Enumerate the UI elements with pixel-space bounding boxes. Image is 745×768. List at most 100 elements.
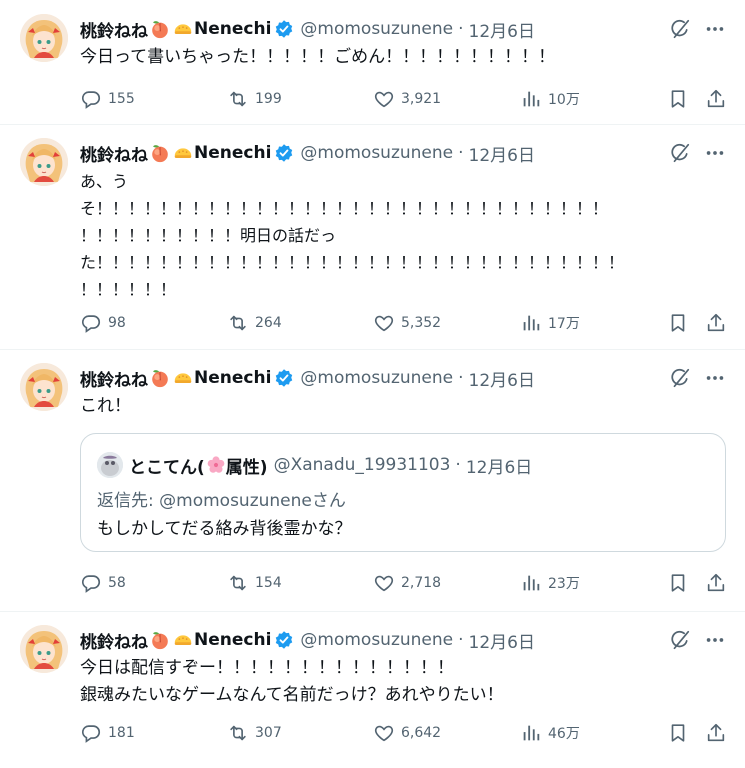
grok-icon[interactable] bbox=[669, 18, 691, 40]
views-icon bbox=[520, 722, 542, 744]
share-icon bbox=[705, 722, 727, 744]
reply-to-line: 返信先: @momosuzuneneさん bbox=[97, 486, 346, 511]
quoted-avatar bbox=[97, 452, 123, 478]
bookmark-button[interactable] bbox=[667, 87, 689, 111]
like-button[interactable]: 3,921 bbox=[373, 87, 441, 111]
verified-badge-icon[interactable] bbox=[274, 19, 294, 39]
reply-to-handle[interactable]: @momosuzunene bbox=[159, 491, 312, 511]
quoted-tweet-card[interactable]: とこてん( 属性) @Xanadu_19931103 · 12月6日 返信先: … bbox=[80, 433, 726, 552]
author-name[interactable]: 桃鈴ねね bbox=[80, 17, 148, 42]
tweet[interactable]: 桃鈴ねね Nenechi @momosuzunene · 12月6日 今日って書… bbox=[0, 0, 745, 125]
author-handle[interactable]: @momosuzunene bbox=[300, 19, 453, 39]
verified-badge-icon[interactable] bbox=[274, 368, 294, 388]
retweet-count: 154 bbox=[255, 575, 282, 591]
like-button[interactable]: 2,718 bbox=[373, 571, 441, 595]
reply-icon bbox=[80, 88, 102, 110]
retweet-button[interactable]: 154 bbox=[227, 571, 282, 595]
share-button[interactable] bbox=[705, 87, 727, 111]
reply-icon bbox=[80, 572, 102, 594]
reply-to-label: 返信先: bbox=[97, 491, 160, 511]
tweet-text: あ、う そ！！！！！！！！！！！！！！！！！！！！！！！！！！！！！！！！ ！！… bbox=[80, 172, 625, 299]
reply-button[interactable]: 98 bbox=[80, 311, 126, 335]
sunny-bun-icon bbox=[172, 629, 194, 651]
cherry-blossom-icon bbox=[206, 455, 226, 475]
like-icon bbox=[373, 722, 395, 744]
reply-button[interactable]: 58 bbox=[80, 571, 126, 595]
retweet-button[interactable]: 199 bbox=[227, 87, 282, 111]
views-button[interactable]: 23万 bbox=[520, 571, 580, 595]
bookmark-button[interactable] bbox=[667, 311, 689, 335]
like-icon bbox=[373, 572, 395, 594]
author-name[interactable]: 桃鈴ねね bbox=[80, 141, 148, 166]
tweet-date[interactable]: 12月6日 bbox=[469, 628, 535, 653]
share-button[interactable] bbox=[705, 311, 727, 335]
tweet[interactable]: 桃鈴ねね Nenechi @momosuzunene · 12月6日 今日は配信… bbox=[0, 611, 745, 768]
tweet-date[interactable]: 12月6日 bbox=[469, 17, 535, 42]
author-handle[interactable]: @momosuzunene bbox=[300, 143, 453, 163]
tweet-date[interactable]: 12月6日 bbox=[469, 366, 535, 391]
views-button[interactable]: 10万 bbox=[520, 87, 580, 111]
tweet-header: 桃鈴ねね Nenechi @momosuzunene · 12月6日 bbox=[80, 627, 535, 653]
author-name-suffix[interactable]: Nenechi bbox=[194, 368, 271, 388]
retweet-button[interactable]: 264 bbox=[227, 311, 282, 335]
bookmark-button[interactable] bbox=[667, 571, 689, 595]
tweet-text: 今日って書いちゃった！！！！！ごめん！！！！！！！！！！ bbox=[80, 47, 556, 67]
separator: · bbox=[458, 630, 464, 650]
author-name-suffix[interactable]: Nenechi bbox=[194, 143, 271, 163]
views-button[interactable]: 46万 bbox=[520, 721, 580, 745]
tweet-text: 今日は配信すぞー！！！！！！！！！！！！！！ 銀魂みたいなゲームなんて名前だっけ… bbox=[80, 658, 504, 705]
like-count: 5,352 bbox=[401, 315, 442, 331]
retweet-icon bbox=[227, 312, 249, 334]
author-handle[interactable]: @momosuzunene bbox=[300, 630, 453, 650]
more-icon[interactable] bbox=[704, 367, 726, 389]
author-name[interactable]: 桃鈴ねね bbox=[80, 628, 148, 653]
peach-icon bbox=[149, 367, 171, 389]
like-button[interactable]: 6,642 bbox=[373, 721, 441, 745]
like-button[interactable]: 5,352 bbox=[373, 311, 441, 335]
avatar[interactable] bbox=[20, 138, 68, 186]
avatar[interactable] bbox=[20, 14, 68, 62]
separator: · bbox=[458, 19, 464, 39]
peach-icon bbox=[149, 629, 171, 651]
verified-badge-icon[interactable] bbox=[274, 143, 294, 163]
grok-icon[interactable] bbox=[669, 367, 691, 389]
retweet-count: 307 bbox=[255, 725, 282, 741]
more-icon[interactable] bbox=[704, 142, 726, 164]
avatar[interactable] bbox=[20, 625, 68, 673]
more-icon[interactable] bbox=[704, 629, 726, 651]
bookmark-button[interactable] bbox=[667, 721, 689, 745]
tweet-date[interactable]: 12月6日 bbox=[469, 141, 535, 166]
tweet[interactable]: 桃鈴ねね Nenechi @momosuzunene · 12月6日 あ、う そ… bbox=[0, 124, 745, 350]
retweet-icon bbox=[227, 572, 249, 594]
avatar[interactable] bbox=[20, 363, 68, 411]
share-icon bbox=[705, 572, 727, 594]
share-button[interactable] bbox=[705, 721, 727, 745]
reply-button[interactable]: 155 bbox=[80, 87, 135, 111]
author-name[interactable]: 桃鈴ねね bbox=[80, 366, 148, 391]
grok-icon[interactable] bbox=[669, 629, 691, 651]
author-handle[interactable]: @momosuzunene bbox=[300, 368, 453, 388]
author-name-suffix[interactable]: Nenechi bbox=[194, 19, 271, 39]
share-icon bbox=[705, 312, 727, 334]
quoted-author-name-tail: 属性) bbox=[225, 457, 268, 478]
reply-button[interactable]: 181 bbox=[80, 721, 135, 745]
retweet-count: 264 bbox=[255, 315, 282, 331]
author-name-suffix[interactable]: Nenechi bbox=[194, 630, 271, 650]
tweet-header: 桃鈴ねね Nenechi @momosuzunene · 12月6日 bbox=[80, 16, 535, 42]
verified-badge-icon[interactable] bbox=[274, 630, 294, 650]
retweet-button[interactable]: 307 bbox=[227, 721, 282, 745]
more-icon[interactable] bbox=[704, 18, 726, 40]
quoted-tweet-date: 12月6日 bbox=[465, 457, 533, 478]
action-bar: 181 307 6,642 46万 bbox=[80, 721, 730, 745]
grok-icon[interactable] bbox=[669, 142, 691, 164]
retweet-count: 199 bbox=[255, 91, 282, 107]
reply-icon bbox=[80, 722, 102, 744]
quoted-tweet-header: とこてん( 属性) @Xanadu_19931103 · 12月6日 bbox=[97, 452, 532, 478]
views-button[interactable]: 17万 bbox=[520, 311, 580, 335]
quoted-tweet-text: もしかしてだる絡み背後霊かな？ bbox=[97, 519, 352, 539]
peach-icon bbox=[149, 18, 171, 40]
sunny-bun-icon bbox=[172, 142, 194, 164]
views-icon bbox=[520, 572, 542, 594]
bookmark-icon bbox=[667, 88, 689, 110]
share-button[interactable] bbox=[705, 571, 727, 595]
